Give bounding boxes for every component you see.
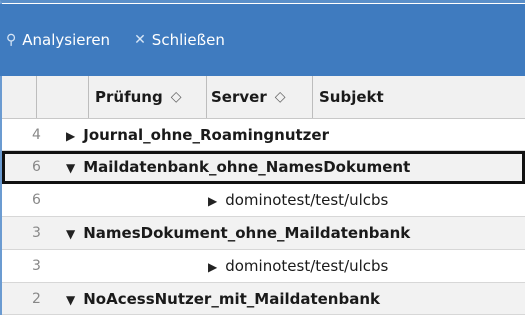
row-label: ▼ Maildatenbank_ohne_NamesDokument <box>66 158 410 176</box>
close-button[interactable]: ✕ Schließen <box>134 31 225 49</box>
sort-icon[interactable]: ◇ <box>275 89 286 105</box>
magnifier-icon: ⚲ <box>6 32 17 48</box>
collapse-icon[interactable]: ▼ <box>66 293 75 307</box>
collapse-icon[interactable]: ▼ <box>66 161 75 175</box>
column-header-server-label: Server <box>211 88 267 106</box>
column-header-subjekt[interactable]: Subjekt <box>312 76 525 118</box>
column-header-subjekt-label: Subjekt <box>319 88 384 106</box>
toolbar: ⚲ Analysieren ✕ Schließen <box>0 4 525 76</box>
row-label: ▼ NamesDokument_ohne_Maildatenbank <box>66 224 410 242</box>
column-header-server[interactable]: Server ◇ <box>206 76 312 118</box>
analyze-label: Analysieren <box>22 31 111 49</box>
row-label: ▶ dominotest/test/ulcbs <box>208 191 388 209</box>
analyze-button[interactable]: ⚲ Analysieren <box>6 31 110 49</box>
row-text: Journal_ohne_Roamingnutzer <box>83 125 329 144</box>
row-text: NoAcessNutzer_mit_Maildatenbank <box>83 289 380 308</box>
row-number: 4 <box>32 126 41 143</box>
collapse-icon[interactable]: ▼ <box>66 227 75 241</box>
sort-icon[interactable]: ◇ <box>171 89 182 105</box>
row-text: NamesDokument_ohne_Maildatenbank <box>83 224 411 242</box>
table-row[interactable]: 4 ▶ Journal_ohne_Roamingnutzer <box>2 119 525 151</box>
row-label: ▼ NoAcessNutzer_mit_Maildatenbank <box>66 290 380 308</box>
row-number: 3 <box>32 258 41 274</box>
row-number: 3 <box>32 225 41 241</box>
table-row[interactable]: 2 ▼ NoAcessNutzer_mit_Maildatenbank <box>2 283 525 315</box>
header-expander-column <box>36 76 88 118</box>
expand-icon[interactable]: ▶ <box>66 129 75 143</box>
table-row-selected[interactable]: 6 ▼ Maildatenbank_ohne_NamesDokument <box>2 151 525 184</box>
row-label: ▶ Journal_ohne_Roamingnutzer <box>66 126 329 144</box>
row-number: 6 <box>32 192 41 208</box>
table-header: Prüfung ◇ Server ◇ Subjekt <box>2 76 525 119</box>
row-label: ▶ dominotest/test/ulcbs <box>208 257 388 275</box>
row-text: dominotest/test/ulcbs <box>225 191 389 209</box>
expand-icon[interactable]: ▶ <box>208 260 217 274</box>
table-row[interactable]: 3 ▼ NamesDokument_ohne_Maildatenbank <box>2 217 525 250</box>
header-number-column <box>2 76 36 118</box>
close-label: Schließen <box>151 31 225 49</box>
row-text: Maildatenbank_ohne_NamesDokument <box>83 158 411 176</box>
row-number: 2 <box>32 290 41 307</box>
row-text: dominotest/test/ulcbs <box>225 257 389 275</box>
table-row[interactable]: 6 ▶ dominotest/test/ulcbs <box>2 184 525 217</box>
column-header-pruefung[interactable]: Prüfung ◇ <box>88 76 206 118</box>
column-header-pruefung-label: Prüfung <box>95 88 163 106</box>
expand-icon[interactable]: ▶ <box>208 194 217 208</box>
close-icon: ✕ <box>134 32 146 48</box>
row-number: 6 <box>32 159 41 175</box>
table-row[interactable]: 3 ▶ dominotest/test/ulcbs <box>2 250 525 283</box>
